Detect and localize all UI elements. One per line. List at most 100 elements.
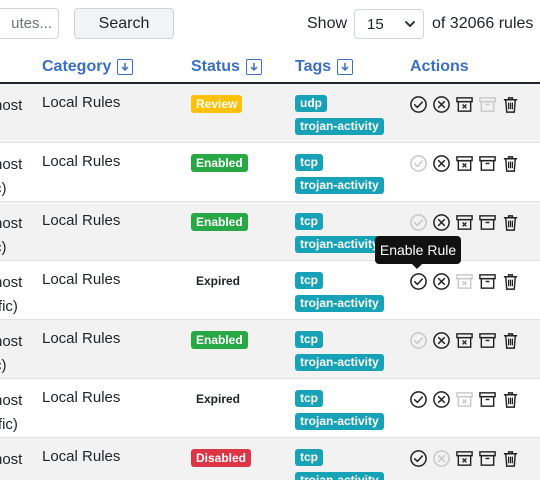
trash-icon[interactable] xyxy=(501,95,520,114)
rule-description-line1: host xyxy=(0,451,23,468)
rule-category: Local Rules xyxy=(42,448,121,465)
status-badge: Enabled xyxy=(191,213,248,231)
archive-x-icon[interactable] xyxy=(455,272,474,291)
rule-description: host ffic) xyxy=(0,389,22,437)
status-badge: Enabled xyxy=(191,331,248,349)
trash-icon[interactable] xyxy=(501,272,520,291)
column-header-tags-label: Tags xyxy=(295,58,332,75)
column-header-actions: Actions xyxy=(410,58,469,76)
rule-description-line2: c) xyxy=(0,180,7,197)
enable-rule-icon[interactable] xyxy=(409,213,428,232)
archive-icon[interactable] xyxy=(478,331,497,350)
sort-down-icon[interactable] xyxy=(117,59,134,75)
tag-badge[interactable]: tcp xyxy=(295,449,323,466)
table-row: host ffic) Local Rules Expired tcp troja… xyxy=(0,261,540,320)
tag-badge[interactable]: tcp xyxy=(295,272,323,289)
rule-description-line1: host xyxy=(0,333,23,350)
enable-rule-icon[interactable] xyxy=(409,154,428,173)
archive-icon[interactable] xyxy=(478,154,497,173)
tag-badge[interactable]: trojan-activity xyxy=(295,118,384,135)
status-badge: Review xyxy=(191,95,243,113)
enable-rule-icon[interactable] xyxy=(409,272,428,291)
disable-rule-icon[interactable] xyxy=(432,154,451,173)
archive-x-icon[interactable] xyxy=(455,95,474,114)
row-actions xyxy=(409,272,520,291)
rule-description-line2: c) xyxy=(0,239,7,256)
enable-rule-icon[interactable] xyxy=(409,331,428,350)
row-actions xyxy=(409,390,520,409)
tag-badge[interactable]: trojan-activity xyxy=(295,472,384,480)
rule-category: Local Rules xyxy=(42,330,121,347)
trash-icon[interactable] xyxy=(501,331,520,350)
enable-rule-icon[interactable] xyxy=(409,449,428,468)
tag-badge[interactable]: trojan-activity xyxy=(295,295,384,312)
rule-description-line1: host xyxy=(0,215,23,232)
tag-badge[interactable]: tcp xyxy=(295,213,323,230)
sort-down-icon[interactable] xyxy=(337,59,354,75)
disable-rule-icon[interactable] xyxy=(432,390,451,409)
disable-rule-icon[interactable] xyxy=(432,213,451,232)
status-badge: Disabled xyxy=(191,449,252,467)
column-header-category[interactable]: Category xyxy=(42,58,134,76)
archive-icon[interactable] xyxy=(478,449,497,468)
table-header: Category Status Tags Actions xyxy=(0,52,540,84)
rule-description: host xyxy=(0,448,22,472)
rule-category: Local Rules xyxy=(42,153,121,170)
show-label: Show xyxy=(307,15,348,32)
disable-rule-icon[interactable] xyxy=(432,272,451,291)
rule-category: Local Rules xyxy=(42,271,121,288)
column-header-actions-label: Actions xyxy=(410,58,469,75)
tag-badge[interactable]: trojan-activity xyxy=(295,354,384,371)
tag-badge[interactable]: trojan-activity xyxy=(295,236,384,253)
enable-rule-icon[interactable] xyxy=(409,95,428,114)
archive-icon[interactable] xyxy=(478,390,497,409)
archive-x-icon[interactable] xyxy=(455,331,474,350)
table-row: host Local Rules Disabled tcp trojan-act… xyxy=(0,438,540,480)
column-header-tags[interactable]: Tags xyxy=(295,58,354,76)
enable-rule-icon[interactable] xyxy=(409,390,428,409)
tag-badge[interactable]: tcp xyxy=(295,154,323,171)
table-row: host c) Local Rules Enabled tcp trojan-a… xyxy=(0,320,540,379)
archive-icon[interactable] xyxy=(478,213,497,232)
disable-rule-icon[interactable] xyxy=(432,95,451,114)
archive-icon[interactable] xyxy=(478,272,497,291)
toolbar: Search Show 15 of 32066 rules xyxy=(0,0,540,48)
archive-x-icon[interactable] xyxy=(455,213,474,232)
tag-badge[interactable]: udp xyxy=(295,95,327,112)
rule-description-line1: host xyxy=(0,392,23,409)
tag-badge[interactable]: trojan-activity xyxy=(295,413,384,430)
disable-rule-icon[interactable] xyxy=(432,331,451,350)
tag-badge[interactable]: tcp xyxy=(295,331,323,348)
rule-description-line2: ffic) xyxy=(0,416,18,433)
search-input[interactable] xyxy=(0,8,59,39)
rule-description: host c) xyxy=(0,212,22,260)
chevron-down-icon xyxy=(405,21,415,27)
rule-description-line1: host xyxy=(0,156,23,173)
trash-icon[interactable] xyxy=(501,390,520,409)
row-actions xyxy=(409,449,520,468)
column-header-category-label: Category xyxy=(42,58,112,75)
search-button[interactable]: Search xyxy=(74,8,174,39)
column-header-status[interactable]: Status xyxy=(191,58,262,76)
sort-down-icon[interactable] xyxy=(245,59,262,75)
status-badge: Expired xyxy=(191,272,246,290)
archive-x-icon[interactable] xyxy=(455,154,474,173)
table-row: host ffic) Local Rules Expired tcp troja… xyxy=(0,379,540,438)
page-size-select[interactable]: 15 xyxy=(354,9,424,39)
tag-badge[interactable]: tcp xyxy=(295,390,323,407)
disable-rule-icon[interactable] xyxy=(432,449,451,468)
row-actions xyxy=(409,95,520,114)
page-size-value: 15 xyxy=(367,15,384,33)
tag-badge[interactable]: trojan-activity xyxy=(295,177,384,194)
trash-icon[interactable] xyxy=(501,154,520,173)
archive-icon[interactable] xyxy=(478,95,497,114)
row-actions xyxy=(409,331,520,350)
rule-description: host xyxy=(0,94,22,118)
archive-x-icon[interactable] xyxy=(455,449,474,468)
row-actions xyxy=(409,213,520,232)
archive-x-icon[interactable] xyxy=(455,390,474,409)
row-actions xyxy=(409,154,520,173)
trash-icon[interactable] xyxy=(501,449,520,468)
trash-icon[interactable] xyxy=(501,213,520,232)
rule-category: Local Rules xyxy=(42,212,121,229)
